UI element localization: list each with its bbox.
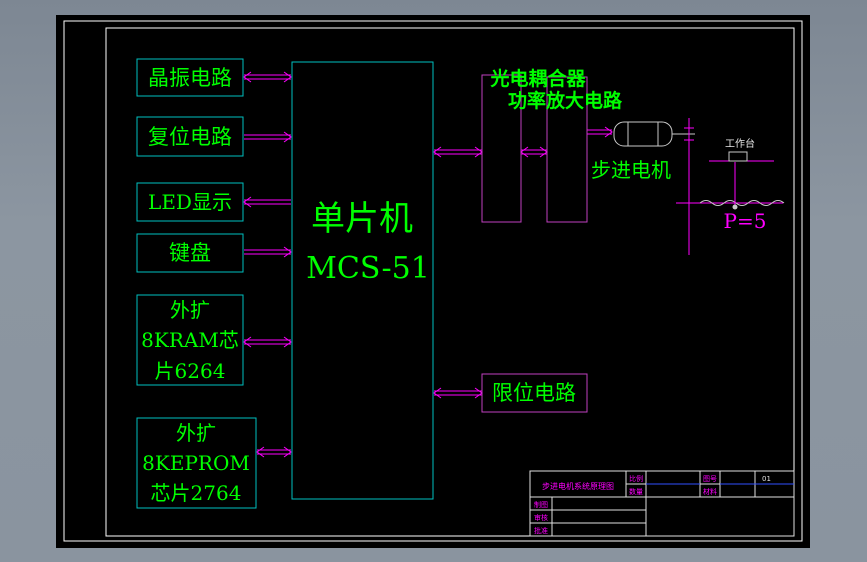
ram-label-line2: 8KRAM芯 [141, 328, 239, 352]
eprom-label-line2: 8KEPROM [142, 451, 250, 475]
pitch-label: P=5 [724, 209, 767, 233]
title-block-material-label: 材料 [703, 487, 717, 496]
optocoupler-label: 光电耦合器 [489, 67, 586, 90]
workbench-label: 工作台 [725, 137, 755, 150]
eprom-label-line1: 外扩 [176, 421, 216, 445]
mcu-label-line1: 单片机 [311, 199, 413, 239]
schematic-canvas: 晶振电路 复位电路 LED显示 键盘 外扩 8KRAM芯 片6264 外扩 8K… [56, 15, 810, 548]
keyboard-label: 键盘 [169, 241, 211, 265]
eprom-label-line3: 芯片2764 [151, 481, 242, 505]
title-block-qty-label: 数量 [629, 487, 643, 496]
power-amp-label: 功率放大电路 [508, 89, 623, 112]
title-block-sheet-label: 图号 [703, 475, 717, 483]
stepper-motor-label: 步进电机 [591, 158, 671, 182]
mcu-label-line2: MCS-51 [306, 251, 430, 286]
led-label: LED显示 [148, 190, 232, 214]
title-block-designer: 制图 [534, 500, 548, 509]
ram-label-line1: 外扩 [170, 298, 210, 322]
title-block-approver: 批准 [534, 526, 548, 535]
limit-label: 限位电路 [492, 381, 576, 405]
title-block-sheet-value: 01 [762, 475, 771, 483]
crystal-label: 晶振电路 [148, 66, 232, 90]
reset-label: 复位电路 [148, 125, 232, 149]
title-block-scale-label: 比例 [629, 474, 643, 483]
title-block-title: 步进电机系统原理图 [542, 481, 614, 491]
title-block-checker: 审核 [534, 513, 548, 522]
ram-label-line3: 片6264 [155, 359, 226, 383]
